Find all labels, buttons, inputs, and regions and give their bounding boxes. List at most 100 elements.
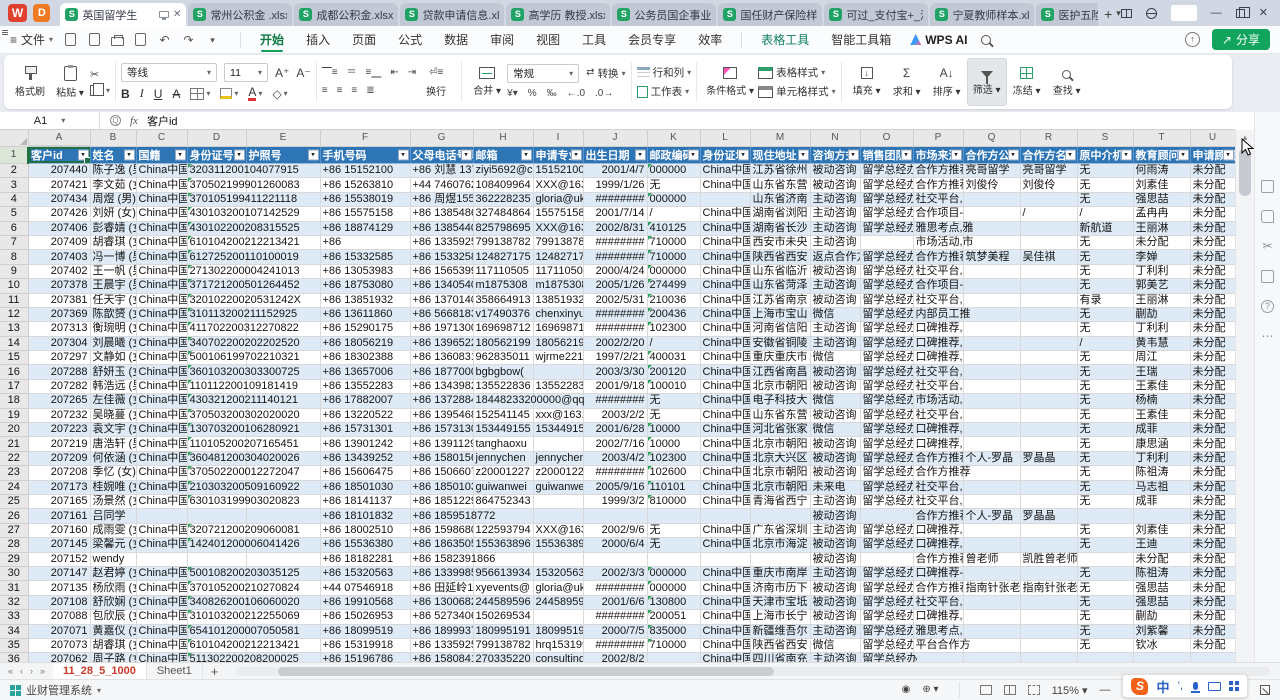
cell-Q33[interactable] — [963, 610, 1020, 624]
cell-I30[interactable]: 153205639 — [533, 566, 583, 580]
cell-S21[interactable]: 无 — [1077, 437, 1133, 451]
document-tab[interactable]: S贷款申请信息.xlsx — [400, 3, 504, 26]
cell-K35[interactable]: 710000 — [647, 638, 700, 652]
cell-S17[interactable]: 无 — [1077, 379, 1133, 393]
format-painter-button[interactable]: 格式刷 — [10, 58, 50, 106]
cell-U21[interactable]: 未分配 — [1190, 437, 1235, 451]
cell-K16[interactable]: 200120 — [647, 365, 700, 379]
font-name-select[interactable]: 等线▾ — [121, 63, 217, 82]
header-cell-H1[interactable]: 邮箱▾ — [473, 146, 533, 164]
cell-D23[interactable]: 370502200012272047 — [187, 466, 246, 480]
cell-Q11[interactable] — [963, 293, 1020, 307]
cell-Q36[interactable] — [963, 653, 1020, 662]
cell-A31[interactable]: 207135 — [28, 581, 90, 595]
cell-D6[interactable]: 430102200208315525 — [187, 221, 246, 235]
cell-N6[interactable]: 主动咨询 — [810, 221, 860, 235]
cell-M31[interactable]: 济南市历下 — [750, 581, 810, 595]
cell-B20[interactable]: 袁文宇 (女 — [90, 423, 136, 437]
cell-O31[interactable]: 留学总经办 — [860, 581, 913, 595]
cell-S31[interactable]: 无 — [1077, 581, 1133, 595]
cell-U14[interactable]: 未分配 — [1190, 336, 1235, 350]
cell-J15[interactable]: 1997/2/21 — [583, 351, 647, 365]
cell-G16[interactable]: +86 1877000215 — [410, 365, 473, 379]
cell-L17[interactable]: China中国 — [700, 379, 750, 393]
cell-K8[interactable]: 710000 — [647, 250, 700, 264]
cell-Q34[interactable] — [963, 624, 1020, 638]
cell-J34[interactable]: 2000/7/5 — [583, 624, 647, 638]
cell-P33[interactable]: 口碑推荐, — [913, 610, 963, 624]
document-tab[interactable]: S公务员国企事业单位 — [612, 3, 716, 26]
ribbon-tab-审阅[interactable]: 审阅 — [479, 26, 525, 54]
cell-G20[interactable]: +86 1573130169 — [410, 423, 473, 437]
cell-I16[interactable] — [533, 365, 583, 379]
cell-S23[interactable]: 无 — [1077, 466, 1133, 480]
cell-O9[interactable]: 留学总经办 — [860, 264, 913, 278]
cell-K28[interactable]: 无 — [647, 538, 700, 552]
cell-U30[interactable]: 未分配 — [1190, 566, 1235, 580]
cell-K22[interactable]: 102300 — [647, 451, 700, 465]
cell-K4[interactable]: 000000 — [647, 192, 700, 206]
cell-O28[interactable]: 留学总经办 — [860, 538, 913, 552]
column-header-N[interactable]: N — [810, 130, 860, 146]
header-cell-U1[interactable]: 申请顾问▾ — [1190, 146, 1235, 164]
cell-L33[interactable]: China中国 — [700, 610, 750, 624]
cell-N10[interactable]: 主动咨询 — [810, 279, 860, 293]
cell-L18[interactable]: China中国 — [700, 394, 750, 408]
cell-S33[interactable]: 无 — [1077, 610, 1133, 624]
cell-O6[interactable]: 留学总经办 — [860, 221, 913, 235]
cell-K21[interactable]: 10000 — [647, 437, 700, 451]
cell-F2[interactable]: +86 15152100 — [320, 164, 410, 178]
cell-J28[interactable]: 2000/6/4 — [583, 538, 647, 552]
row-header-18[interactable]: 18 — [0, 394, 28, 408]
cell-R22[interactable]: 罗晶晶 — [1020, 451, 1077, 465]
cell-I6[interactable]: XXX@163. — [533, 221, 583, 235]
cell-T36[interactable] — [1133, 653, 1190, 662]
cell-G31[interactable]: +86 田延岭1395 — [410, 581, 473, 595]
cell-F7[interactable]: +86 — [320, 235, 410, 249]
column-header-J[interactable]: J — [583, 130, 647, 146]
filter-dropdown-icon[interactable]: ▾ — [398, 149, 409, 160]
ime-toolbox-icon[interactable] — [1229, 681, 1239, 691]
cell-C24[interactable]: China中国 — [136, 480, 187, 494]
cell-G4[interactable]: +86 周煜155380 — [410, 192, 473, 206]
cell-U6[interactable]: 未分配 — [1190, 221, 1235, 235]
page-layout-view-icon[interactable] — [1004, 685, 1016, 695]
cell-L29[interactable] — [700, 552, 750, 566]
cell-O33[interactable]: 留学总经办 — [860, 610, 913, 624]
cell-O17[interactable]: 留学总经办 — [860, 379, 913, 393]
row-header-21[interactable]: 21 — [0, 437, 28, 451]
cell-C31[interactable]: China中国 — [136, 581, 187, 595]
ribbon-tab-开始[interactable]: 开始 — [249, 26, 295, 54]
cell-I35[interactable]: hrq153199 — [533, 638, 583, 652]
cell-S15[interactable]: 无 — [1077, 351, 1133, 365]
cell-B15[interactable]: 文静如 (女 — [90, 351, 136, 365]
cell-H8[interactable]: 124827175 — [473, 250, 533, 264]
cell-M22[interactable]: 北京大兴区 — [750, 451, 810, 465]
filter-dropdown-icon[interactable]: ▾ — [951, 149, 962, 160]
cell-C36[interactable]: China中国 — [136, 653, 187, 662]
filter-dropdown-icon[interactable]: ▾ — [1178, 149, 1189, 160]
cell-K18[interactable]: 无 — [647, 394, 700, 408]
cell-G19[interactable]: +86 1395468251 — [410, 408, 473, 422]
cell-S29[interactable] — [1077, 552, 1133, 566]
cell-Q32[interactable] — [963, 595, 1020, 609]
preview-icon[interactable] — [135, 33, 146, 46]
cell-R21[interactable] — [1020, 437, 1077, 451]
addin-button[interactable]: 业财管理系统 ▾ — [10, 682, 101, 698]
filter-dropdown-icon[interactable]: ▾ — [738, 149, 749, 160]
cell-D21[interactable]: 110105200207165451 — [187, 437, 246, 451]
column-header-T[interactable]: T — [1133, 130, 1190, 146]
column-header-O[interactable]: O — [860, 130, 913, 146]
cell-C25[interactable]: China中国 — [136, 494, 187, 508]
cell-B19[interactable]: 吴晓蔓 (女 — [90, 408, 136, 422]
cell-B14[interactable]: 刘晨曦 (女 — [90, 336, 136, 350]
header-cell-R1[interactable]: 合作方名▾ — [1020, 146, 1077, 164]
cell-Q21[interactable] — [963, 437, 1020, 451]
locate-icon[interactable]: ⊕ ▾ — [922, 683, 938, 697]
cell-R6[interactable] — [1020, 221, 1077, 235]
row-header-11[interactable]: 11 — [0, 293, 28, 307]
cell-R7[interactable] — [1020, 235, 1077, 249]
share-button[interactable]: ↗ 分享 — [1212, 29, 1270, 50]
ribbon-tab-公式[interactable]: 公式 — [387, 26, 433, 54]
cell-O10[interactable]: 留学总经办 — [860, 279, 913, 293]
